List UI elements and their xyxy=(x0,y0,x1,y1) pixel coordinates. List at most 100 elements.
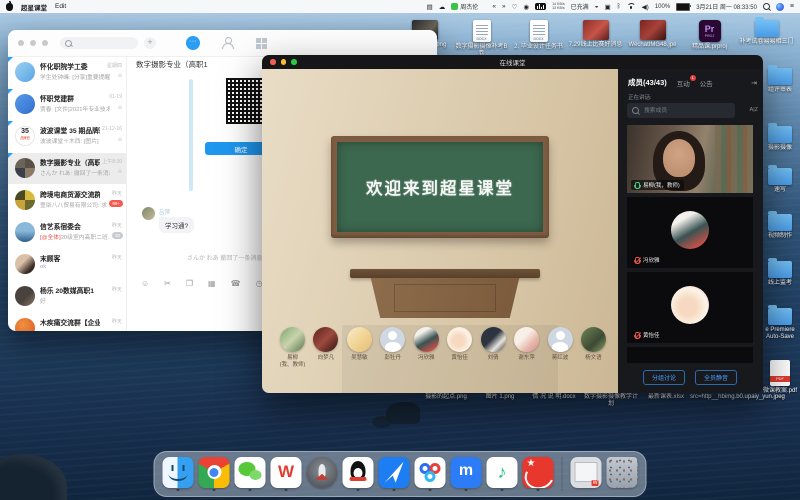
desktop-icon[interactable]: 视频制作 xyxy=(760,214,800,240)
dock-app-chrome[interactable] xyxy=(199,457,230,492)
dock-app-chaoxing[interactable] xyxy=(523,457,554,492)
dock-app-m[interactable]: m xyxy=(451,457,482,492)
desktop-icon[interactable]: 情 况 说 明.docx xyxy=(528,394,580,401)
image-icon[interactable]: ▦ xyxy=(208,279,216,289)
desktop-icon[interactable]: DOCX数字摄影摄像补考B卷 xyxy=(453,20,510,58)
desktop-icon[interactable]: 数字摄影摄像教学计划 xyxy=(582,394,640,408)
member-search-input[interactable] xyxy=(642,107,726,115)
desktop-icon[interactable]: 速写 xyxy=(760,168,800,194)
dock-app-launchpad[interactable] xyxy=(307,457,338,492)
conversation-item[interactable]: 跨境电商货源交流群昨天 壹柒八八贸易有限公司: 求…99+ xyxy=(8,185,126,216)
window-zoom-button[interactable] xyxy=(42,40,48,46)
dock-app-qq[interactable] xyxy=(343,457,374,492)
menu-edit[interactable]: Edit xyxy=(55,3,66,10)
call-icon[interactable]: ☎ xyxy=(231,279,241,289)
conversation-item[interactable]: 怀化职院学工委星期四 学生处钟峰: [分享]重要提醒！ …⍾ xyxy=(8,57,126,88)
scroll-indicator[interactable] xyxy=(189,79,193,191)
dock-app-blue-plane[interactable] xyxy=(379,457,410,492)
conversation-item[interactable]: 木疾痛交流群【企业】昨天 xyxy=(8,313,126,331)
camera-icon[interactable]: ▤ xyxy=(427,3,433,11)
file-icon[interactable]: ❐ xyxy=(186,279,193,289)
dock-trash[interactable] xyxy=(607,457,638,492)
spotlight-icon[interactable] xyxy=(763,3,770,10)
classroom-titlebar[interactable]: 在线课堂 xyxy=(262,55,763,69)
sort-toggle[interactable]: A|Z xyxy=(750,107,758,113)
dock-app-tri-ring[interactable] xyxy=(415,457,446,492)
desktop-icon[interactable]: 摄影的起点.png xyxy=(420,394,472,401)
desktop-icon[interactable]: e Premiere Auto-Save xyxy=(760,308,800,341)
volume-icon[interactable]: ◀) xyxy=(642,3,649,11)
tab-interact[interactable]: 互动1 xyxy=(677,78,690,88)
now-playing[interactable]: 周杰伦 xyxy=(451,2,478,11)
participant[interactable]: 杨文语 xyxy=(577,327,610,368)
chat-search[interactable] xyxy=(60,37,138,49)
conversation-item[interactable]: 杨乐 20数媒高职1昨天 好 xyxy=(8,281,126,312)
video-tile[interactable]: 黄怡佳 xyxy=(627,272,753,343)
mute-all-button[interactable]: 全员静音 xyxy=(695,370,737,385)
desktop-icon[interactable]: 摄影摄像 xyxy=(760,126,800,152)
desktop-icon[interactable]: 微课教案.pdf xyxy=(760,360,800,395)
wifi-icon[interactable] xyxy=(627,3,636,10)
battery-icon[interactable] xyxy=(676,3,690,11)
conversation-item[interactable]: 怀职党建群01-19 贾春: [文件]2021年专业技术人…⍾ xyxy=(8,89,126,120)
add-button[interactable]: + xyxy=(144,37,156,49)
qq-menubar-icon[interactable]: ▣ xyxy=(605,3,611,11)
participant[interactable]: 吴慧敏 xyxy=(343,327,376,368)
window-minimize-button[interactable] xyxy=(30,40,36,46)
desktop-icon[interactable]: DOCX2. 毕业设计任务书 xyxy=(510,20,567,58)
participant[interactable]: 向梦凡 xyxy=(309,327,342,368)
desktop-icon[interactable]: 最新课表.xlsx xyxy=(644,394,688,401)
apps-tab-icon[interactable] xyxy=(256,38,267,49)
screenshot-icon[interactable]: ✂ xyxy=(164,279,171,289)
desktop-icon[interactable]: WechatIMG48.jpe xyxy=(624,20,681,58)
participant[interactable]: 彭牡丹 xyxy=(376,327,409,368)
keychain-icon[interactable]: ◒ xyxy=(595,3,599,10)
dock-app-wechat[interactable] xyxy=(235,457,266,492)
member-search[interactable] xyxy=(627,103,735,118)
group-discussion-button[interactable]: 分组讨论 xyxy=(643,370,685,385)
participant[interactable]: 易柳(我、教师) xyxy=(276,327,309,368)
conversation-item-selected[interactable]: 数字摄影专业（高职1上午8:30 さんか れあ: 撤回了一条消息⍾ xyxy=(8,153,126,184)
audio-meter-icon[interactable] xyxy=(535,3,546,10)
desktop-icon[interactable]: 组评审表 xyxy=(760,68,800,94)
window-close-button[interactable] xyxy=(18,40,24,46)
next-track-icon[interactable]: » xyxy=(502,3,506,10)
desktop-icon[interactable]: 线上监考 xyxy=(760,261,800,287)
tab-members[interactable]: 成员(43/43) xyxy=(628,77,667,88)
heart-icon[interactable]: ♡ xyxy=(512,3,518,11)
video-tile[interactable]: 冯欣雅 xyxy=(627,197,753,268)
dock-app-qq-music[interactable]: ♪ xyxy=(487,457,518,492)
conversation-item[interactable]: 信艺系宿委会昨天 [@全体]20级室内高职二班… 30 xyxy=(8,217,126,248)
desktop-icon[interactable]: PrPROJ精品课.prproj xyxy=(681,20,738,58)
participant[interactable]: 黄怡佳 xyxy=(443,327,476,368)
sender-avatar[interactable] xyxy=(142,207,155,220)
messages-tab-icon[interactable] xyxy=(186,36,200,50)
bluetooth-icon[interactable]: ᛒ xyxy=(617,3,621,10)
contacts-tab-icon[interactable] xyxy=(222,37,234,49)
menu-app-name[interactable]: 超星课堂 xyxy=(21,2,47,12)
video-tile-partial[interactable] xyxy=(627,347,753,363)
siri-icon[interactable] xyxy=(776,3,784,11)
dock-downloads[interactable] xyxy=(571,457,602,492)
chat-search-input[interactable] xyxy=(75,39,129,47)
video-tile-teacher[interactable]: 易柳(我，教师) xyxy=(627,125,753,193)
conversation-item[interactable]: 末顾客昨天 ok xyxy=(8,249,126,280)
apple-menu[interactable] xyxy=(6,3,13,11)
desktop-icon[interactable]: 补考试卷易易相三门 xyxy=(738,20,795,58)
participant[interactable]: 蒋红波 xyxy=(544,327,577,368)
desktop-icon[interactable]: 图片 1.png xyxy=(478,394,522,401)
participant[interactable]: 冯欣雅 xyxy=(410,327,443,368)
record-icon[interactable]: ◉ xyxy=(523,3,529,11)
prev-track-icon[interactable]: « xyxy=(492,3,496,10)
control-center-icon[interactable]: ≡ xyxy=(790,3,794,10)
dock-app-wps[interactable]: W xyxy=(271,457,302,492)
participant[interactable]: 刘倩 xyxy=(477,327,510,368)
dock-app-finder[interactable] xyxy=(163,457,194,492)
menu-datetime[interactable]: 3月21日 周一 08:33:50 xyxy=(696,2,757,11)
desktop-icon[interactable]: src=http__hbimg.b0.upaiy_yun.jpeg xyxy=(690,394,746,401)
desktop-icon[interactable]: 7.29线上比赛好消息 xyxy=(567,20,624,58)
tab-announce[interactable]: 公告 xyxy=(700,78,713,88)
conversation-item[interactable]: 35品牌班 波波课堂 35 期品牌班21-12-16 波波课堂＋木西: [图片]… xyxy=(8,121,126,152)
participant[interactable]: 谢东萍 xyxy=(510,327,543,368)
cloud-icon[interactable]: ☁ xyxy=(439,3,446,11)
